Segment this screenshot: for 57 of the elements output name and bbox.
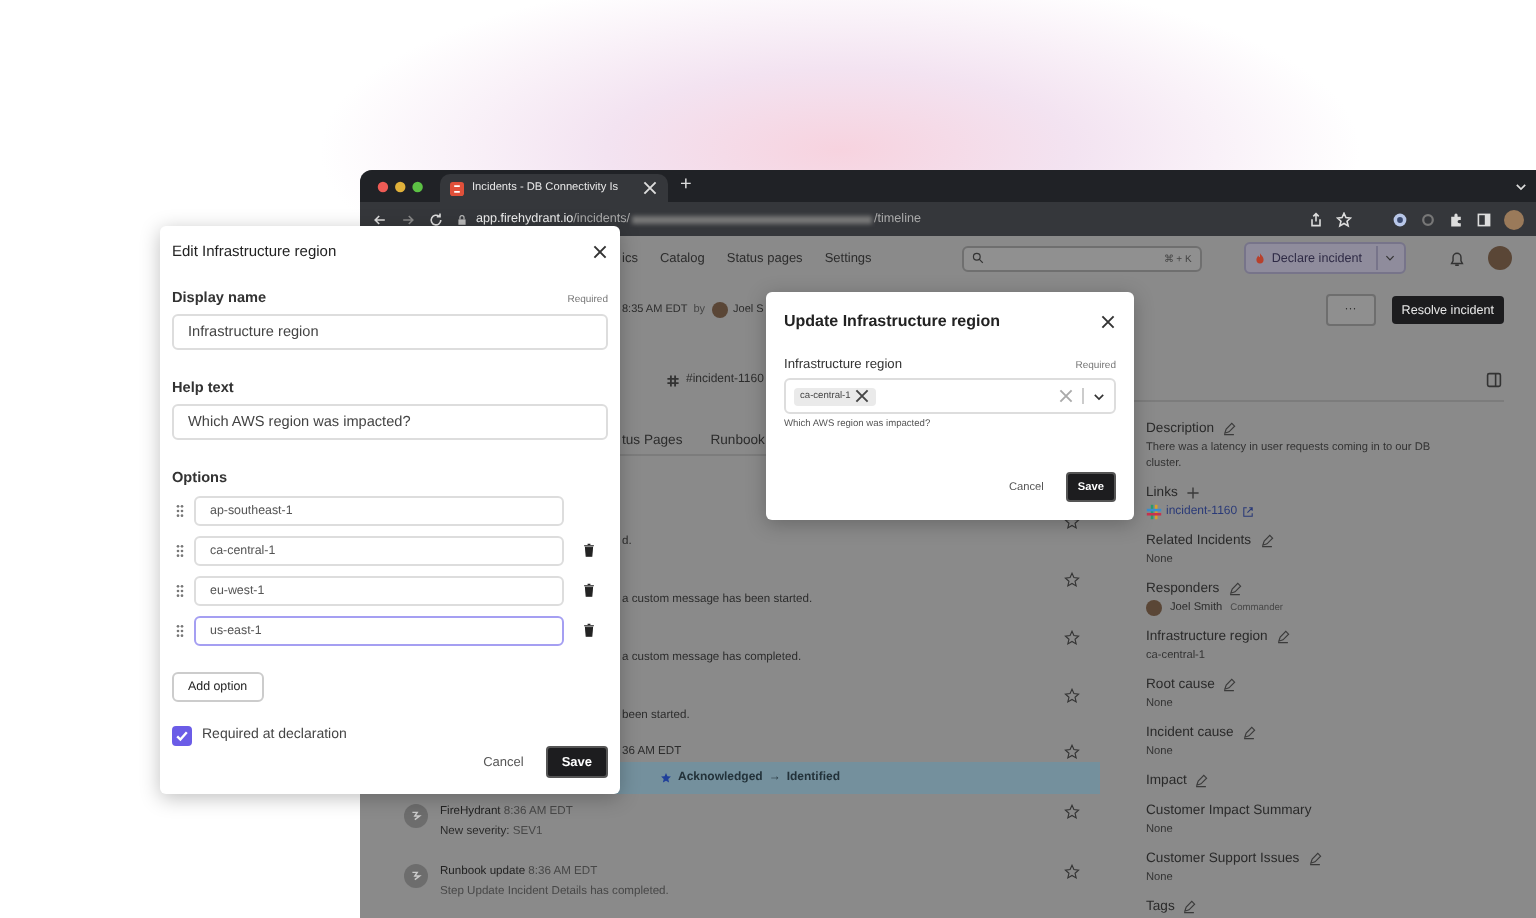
window-controls[interactable] [376, 179, 428, 193]
reload-icon[interactable] [428, 211, 444, 227]
pencil-icon[interactable] [1194, 773, 1209, 787]
forward-icon[interactable] [400, 211, 416, 227]
star-icon[interactable] [1064, 688, 1080, 704]
star-icon[interactable] [1064, 804, 1080, 820]
profile-avatar[interactable] [1504, 209, 1524, 229]
star-icon[interactable] [1064, 864, 1080, 880]
sidebar-icon[interactable] [1476, 211, 1492, 227]
pencil-icon[interactable] [1307, 851, 1322, 865]
pencil-icon[interactable] [1259, 533, 1274, 547]
back-icon[interactable] [372, 211, 388, 227]
new-tab-button[interactable]: + [680, 176, 692, 196]
avatar [1146, 600, 1162, 616]
checkbox[interactable] [172, 725, 192, 746]
hash-logo-icon [666, 373, 680, 387]
close-icon[interactable] [592, 243, 608, 259]
chevron-down-icon[interactable] [1092, 389, 1106, 403]
puzzle-icon[interactable] [1448, 211, 1464, 227]
hash-logo-icon [1146, 504, 1162, 520]
star-icon[interactable] [1064, 630, 1080, 646]
flame-icon [1253, 252, 1266, 264]
chevron-down-icon[interactable] [1514, 179, 1528, 193]
drag-handle-icon[interactable] [176, 503, 184, 518]
external-link-icon[interactable] [1241, 506, 1254, 518]
star-icon [659, 772, 672, 784]
logo-icon [410, 870, 422, 882]
pencil-icon[interactable] [1222, 677, 1237, 691]
extension-icon[interactable] [1392, 211, 1408, 227]
share-icon[interactable] [1308, 211, 1324, 227]
user-avatar[interactable] [1488, 246, 1512, 270]
trash-icon[interactable] [582, 582, 596, 599]
close-icon[interactable] [1100, 313, 1116, 329]
star-outline-icon[interactable] [1336, 211, 1352, 227]
avatar [711, 302, 728, 318]
pencil-icon[interactable] [1275, 629, 1290, 643]
plus-icon[interactable] [1185, 485, 1200, 499]
lock-icon [456, 213, 468, 225]
star-icon[interactable] [1064, 572, 1080, 588]
favicon-icon [450, 181, 464, 195]
pencil-icon[interactable] [1241, 725, 1256, 739]
drag-handle-icon[interactable] [176, 583, 184, 598]
pencil-icon[interactable] [1222, 421, 1236, 435]
panel-toggle-icon[interactable] [1486, 372, 1502, 388]
search-icon [971, 252, 984, 264]
trash-icon[interactable] [582, 622, 596, 639]
drag-handle-icon[interactable] [176, 623, 184, 638]
clear-icon[interactable] [1058, 388, 1074, 404]
pencil-icon[interactable] [1182, 899, 1197, 913]
dialog-title: Update Infrastructure region [784, 312, 1001, 330]
star-icon[interactable] [1064, 744, 1080, 760]
bell-icon[interactable] [1448, 249, 1466, 267]
pencil-icon[interactable] [1227, 581, 1242, 595]
drag-handle-icon[interactable] [176, 543, 184, 558]
trash-icon[interactable] [582, 542, 596, 559]
logo-icon [410, 810, 422, 822]
remove-icon[interactable] [854, 388, 871, 404]
